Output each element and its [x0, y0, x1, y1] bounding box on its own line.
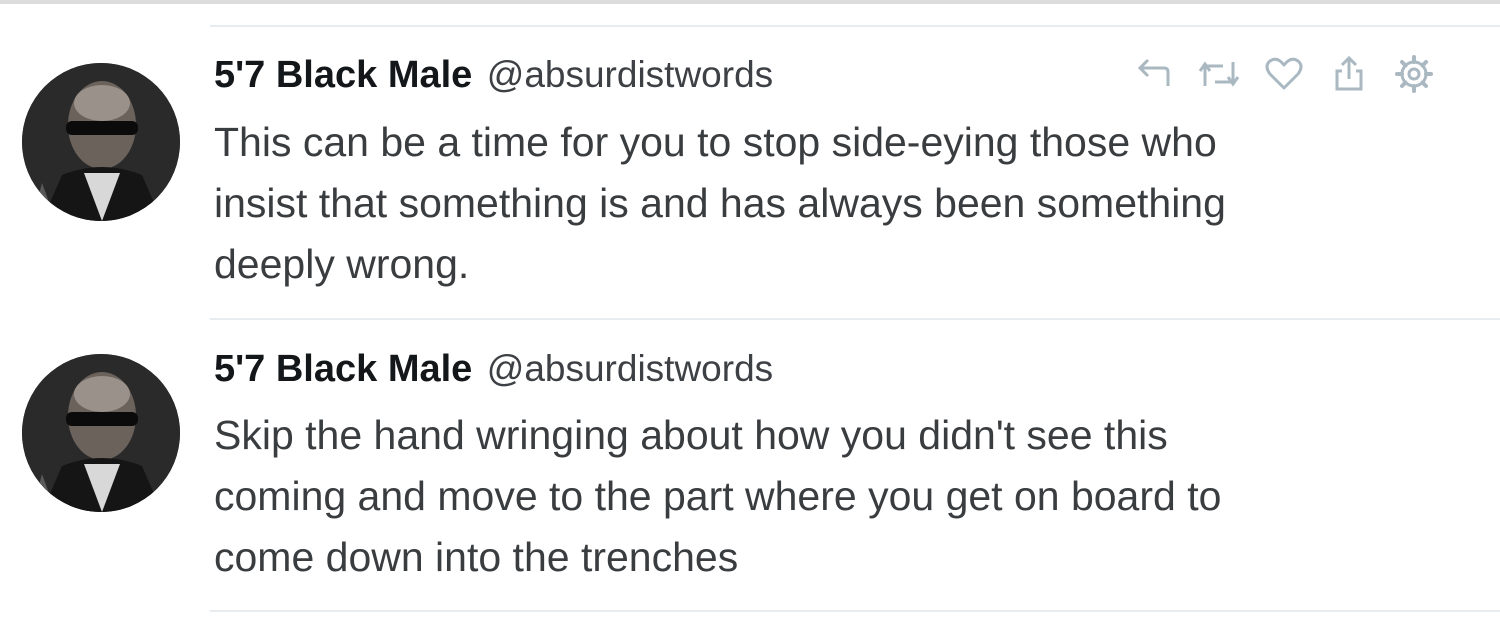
reply-button[interactable]: [1130, 52, 1178, 96]
top-border: [0, 0, 1500, 4]
tweet-text: This can be a time for you to stop side-…: [214, 112, 1454, 295]
tweet-divider: [210, 610, 1500, 612]
tweet-text-line: come down into the trenches: [214, 534, 739, 580]
avatar[interactable]: [22, 354, 180, 512]
tweet-text-line: deeply wrong.: [214, 241, 470, 287]
tweet-text: Skip the hand wringing about how you did…: [214, 405, 1454, 588]
tweet-text-line: Skip the hand wringing about how you did…: [214, 412, 1168, 458]
tweet-header: 5'7 Black Male @absurdistwords: [214, 350, 773, 388]
retweet-icon: [1198, 61, 1240, 87]
tweet-divider: [210, 318, 1500, 320]
user-handle[interactable]: @absurdistwords: [487, 54, 773, 95]
reply-icon: [1137, 58, 1170, 86]
like-icon: [1265, 57, 1303, 90]
avatar[interactable]: [22, 63, 180, 221]
like-button[interactable]: [1260, 52, 1308, 96]
settings-button[interactable]: [1390, 52, 1438, 96]
tweet-text-line: insist that something is and has always …: [214, 180, 1226, 226]
share-icon: [1335, 55, 1363, 91]
display-name[interactable]: 5'7 Black Male: [214, 348, 472, 390]
tweet-divider: [210, 25, 1500, 27]
tweet-actions: [1130, 52, 1438, 96]
avatar-photo: [22, 63, 180, 221]
share-button[interactable]: [1325, 52, 1373, 96]
settings-icon: [1395, 55, 1433, 93]
tweet-text-line: This can be a time for you to stop side-…: [214, 119, 1217, 165]
display-name[interactable]: 5'7 Black Male: [214, 54, 472, 96]
tweet-text-line: coming and move to the part where you ge…: [214, 473, 1222, 519]
tweet-header: 5'7 Black Male @absurdistwords: [214, 56, 773, 94]
avatar-photo: [22, 354, 180, 512]
user-handle[interactable]: @absurdistwords: [487, 348, 773, 389]
retweet-button[interactable]: [1195, 52, 1243, 96]
